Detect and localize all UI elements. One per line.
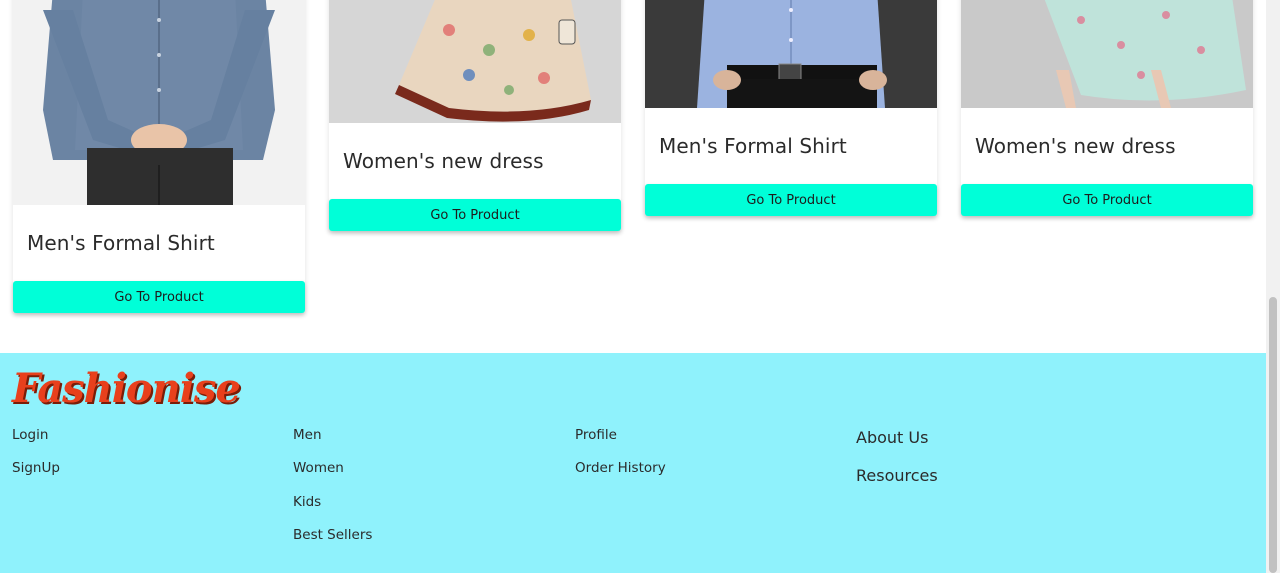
footer-account-links: Login SignUp [12,425,60,492]
footer-category-links: Men Women Kids Best Sellers [293,425,372,558]
product-card: Women's new dress Go To Product [961,0,1253,216]
footer-link-profile[interactable]: Profile [575,425,666,458]
product-card: Men's Formal Shirt Go To Product [13,0,305,313]
product-card: Men's Formal Shirt Go To Product [645,0,937,216]
footer-link-men[interactable]: Men [293,425,372,458]
go-to-product-button[interactable]: Go To Product [329,199,621,231]
go-to-product-button[interactable]: Go To Product [13,281,305,313]
product-image[interactable] [961,0,1253,108]
product-title: Men's Formal Shirt [659,134,847,158]
brand-logo[interactable]: Fashionise [12,365,241,412]
footer-user-links: Profile Order History [575,425,666,492]
go-to-product-button[interactable]: Go To Product [961,184,1253,216]
footer-link-login[interactable]: Login [12,425,60,458]
footer-link-women[interactable]: Women [293,458,372,491]
scrollbar-thumb[interactable] [1269,297,1277,573]
product-title: Women's new dress [343,149,544,173]
footer-link-signup[interactable]: SignUp [12,458,60,491]
footer-info-links: About Us Resources [856,426,938,501]
product-title: Men's Formal Shirt [27,231,215,255]
footer: Fashionise Login SignUp Men Women Kids B… [0,353,1266,573]
product-image[interactable] [645,0,937,108]
footer-link-order-history[interactable]: Order History [575,458,666,491]
product-title: Women's new dress [975,134,1176,158]
page: Men's Formal Shirt Go To Product Women's… [0,0,1266,573]
product-image[interactable] [329,0,621,123]
footer-link-kids[interactable]: Kids [293,492,372,525]
page-scrollbar[interactable] [1266,0,1280,573]
go-to-product-button[interactable]: Go To Product [645,184,937,216]
product-image[interactable] [13,0,305,205]
footer-link-resources[interactable]: Resources [856,464,938,502]
product-card: Women's new dress Go To Product [329,0,621,231]
footer-link-about-us[interactable]: About Us [856,426,938,464]
footer-link-best-sellers[interactable]: Best Sellers [293,525,372,558]
